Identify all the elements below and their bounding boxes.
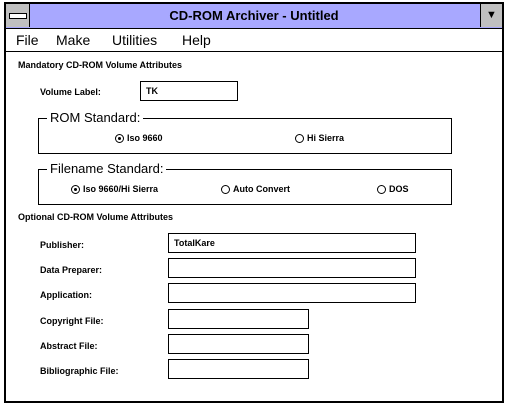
system-menu-icon — [9, 13, 27, 19]
menu-file[interactable]: File — [16, 32, 39, 48]
title-bar[interactable]: CD-ROM Archiver - Untitled ▼ — [6, 4, 502, 29]
data-preparer-field[interactable] — [168, 258, 416, 278]
menu-make[interactable]: Make — [56, 32, 90, 48]
data-preparer-label: Data Preparer: — [40, 265, 103, 275]
radio-selected-icon — [115, 133, 124, 143]
radio-iso-9660[interactable]: Iso 9660 — [115, 133, 163, 143]
rom-standard-group: ROM Standard: Iso 9660 Hi Sierra — [38, 110, 452, 154]
bibliographic-file-field[interactable] — [168, 359, 309, 379]
minimize-arrow-icon: ▼ — [486, 9, 497, 21]
application-label: Application: — [40, 290, 92, 300]
volume-label-label: Volume Label: — [40, 87, 101, 97]
radio-unselected-icon — [221, 184, 230, 194]
abstract-file-label: Abstract File: — [40, 341, 98, 351]
window-title: CD-ROM Archiver - Untitled — [169, 8, 339, 23]
system-menu-button[interactable] — [6, 4, 30, 27]
filename-standard-group: Filename Standard: Iso 9660/Hi Sierra Au… — [38, 161, 452, 205]
rom-standard-legend: ROM Standard: — [47, 110, 144, 125]
app-window: CD-ROM Archiver - Untitled ▼ File Make U… — [4, 2, 504, 403]
radio-hi-sierra[interactable]: Hi Sierra — [295, 133, 344, 143]
publisher-field[interactable]: TotalKare — [168, 233, 416, 253]
radio-unselected-icon — [377, 184, 386, 194]
radio-auto-convert[interactable]: Auto Convert — [221, 184, 290, 194]
copyright-file-field[interactable] — [168, 309, 309, 329]
menu-bar: File Make Utilities Help — [6, 29, 502, 52]
mandatory-attributes-heading: Mandatory CD-ROM Volume Attributes — [18, 60, 183, 70]
filename-standard-legend: Filename Standard: — [47, 161, 167, 176]
copyright-file-label: Copyright File: — [40, 316, 104, 326]
menu-utilities[interactable]: Utilities — [112, 32, 157, 48]
radio-selected-icon — [71, 184, 80, 194]
radio-dos[interactable]: DOS — [377, 184, 409, 194]
volume-label-field[interactable]: TK — [140, 81, 238, 101]
publisher-label: Publisher: — [40, 240, 85, 250]
menu-help[interactable]: Help — [182, 32, 211, 48]
minimize-button[interactable]: ▼ — [480, 4, 502, 27]
radio-iso-9660-hi-sierra[interactable]: Iso 9660/Hi Sierra — [71, 184, 158, 194]
radio-unselected-icon — [295, 133, 304, 143]
optional-attributes-heading: Optional CD-ROM Volume Attributes — [18, 212, 173, 222]
abstract-file-field[interactable] — [168, 334, 309, 354]
bibliographic-file-label: Bibliographic File: — [40, 366, 119, 376]
application-field[interactable] — [168, 283, 416, 303]
